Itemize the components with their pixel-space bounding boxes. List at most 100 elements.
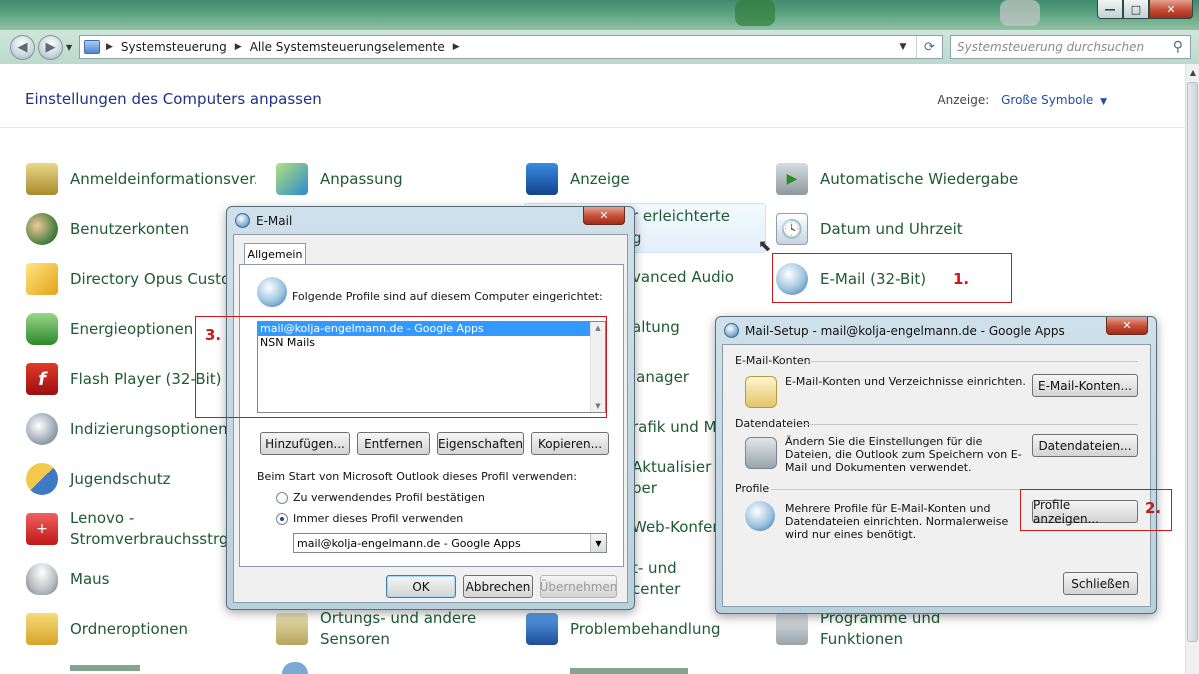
cp-item-label[interactable]: rafik und Me	[632, 418, 716, 436]
control-panel-icon	[84, 40, 100, 54]
cp-item-date-time[interactable]: 🕓 Datum und Uhrzeit	[776, 211, 1036, 247]
mail-setup-title: Mail-Setup - mail@kolja-engelmann.de - G…	[724, 323, 1065, 338]
chevron-right-icon[interactable]: ▶	[106, 42, 113, 52]
content-header: Einstellungen des Computers anpassen Anz…	[0, 64, 1185, 128]
clock-icon: 🕓	[776, 213, 808, 245]
cp-item-label[interactable]: ber	[632, 479, 657, 497]
cancel-button[interactable]: Abbrechen	[463, 575, 533, 598]
forward-button[interactable]: ▶	[38, 35, 63, 60]
cp-item-directory-opus[interactable]: Directory Opus Custom	[26, 261, 228, 297]
maximize-button[interactable]: □	[1123, 0, 1149, 19]
cp-item-autoplay[interactable]: ▶ Automatische Wiedergabe	[776, 161, 1036, 197]
chevron-down-icon[interactable]: ▼	[590, 534, 606, 552]
email-dialog-close-button[interactable]: ✕	[583, 207, 625, 225]
radio-always-profile[interactable]	[276, 513, 288, 525]
chevron-right-icon[interactable]: ▶	[235, 42, 242, 52]
cp-item-partial	[70, 659, 170, 674]
cp-item-user-accounts[interactable]: Benutzerkonten	[26, 211, 256, 247]
breadcrumb-systemsteuerung[interactable]: Systemsteuerung	[121, 40, 227, 54]
data-files-button[interactable]: Datendateien...	[1032, 434, 1138, 457]
radio-confirm-label[interactable]: Zu verwendendes Profil bestätigen	[293, 491, 485, 504]
cp-item-label[interactable]: vanced Audio	[632, 268, 734, 286]
radio-confirm-profile[interactable]	[276, 492, 288, 504]
back-button[interactable]: ◀	[10, 35, 35, 60]
users-icon	[26, 213, 58, 245]
cp-item-personalization[interactable]: Anpassung	[276, 161, 506, 197]
cp-item-label: Problembehandlung	[570, 620, 721, 638]
cp-item-label[interactable]: Aktualisier	[632, 458, 716, 476]
cp-item-partial	[282, 662, 308, 674]
email-accounts-button-label: E-Mail-Konten...	[1038, 378, 1132, 393]
radio-always-label[interactable]: Immer dieses Profil verwenden	[293, 512, 463, 525]
profile-select[interactable]: mail@kolja-engelmann.de - Google Apps ▼	[293, 533, 607, 553]
address-row: ◀ ▶ ▼ ▶ Systemsteuerung ▶ Alle Systemste…	[0, 30, 1199, 64]
mail-setup-dialog: Mail-Setup - mail@kolja-engelmann.de - G…	[715, 316, 1157, 614]
background-deco	[1000, 0, 1040, 26]
mail-envelope-icon	[745, 376, 777, 408]
copy-profile-button[interactable]: Kopieren...	[531, 432, 609, 455]
scroll-thumb[interactable]	[1187, 82, 1198, 642]
profile-select-value: mail@kolja-engelmann.de - Google Apps	[297, 536, 521, 550]
address-bar[interactable]: ▶ Systemsteuerung ▶ Alle Systemsteuerung…	[79, 35, 943, 59]
mail-setup-body: E-Mail-Konten E-Mail-Konten und Verzeich…	[722, 344, 1151, 607]
cp-item-label: Indizierungsoptionen	[70, 420, 226, 438]
cp-item-label: Anmeldeinformationsver...	[70, 170, 256, 188]
cp-item-label: Maus	[70, 570, 110, 588]
profile-properties-button[interactable]: Eigenschaften	[437, 432, 524, 455]
search-placeholder: Systemsteuerung durchsuchen	[957, 40, 1145, 54]
cp-item-label[interactable]: r erleichterte	[632, 207, 730, 225]
personalization-icon	[276, 163, 308, 195]
remove-profile-button[interactable]: Entfernen	[357, 432, 430, 455]
close-button[interactable]: ✕	[1149, 0, 1193, 19]
ok-button[interactable]: OK	[386, 575, 456, 598]
cp-item-lenovo-power[interactable]: + Lenovo - Stromverbrauchsstrg.	[26, 507, 226, 551]
history-dropdown-icon[interactable]: ▼	[66, 43, 72, 52]
cp-item-display[interactable]: Anzeige	[526, 161, 756, 197]
mail-setup-close-button[interactable]: ✕	[1106, 317, 1148, 335]
minimize-button[interactable]: —	[1097, 0, 1123, 19]
background-deco	[735, 0, 775, 26]
apply-button-label: Übernehmen	[539, 579, 618, 594]
cp-item-label: Directory Opus Custom	[70, 270, 228, 288]
vertical-scrollbar[interactable]: ▲	[1185, 64, 1199, 674]
profiles-text: Mehrere Profile für E-Mail-Konten und Da…	[785, 502, 1009, 541]
close-setup-button[interactable]: Schließen	[1063, 572, 1138, 595]
divider	[803, 424, 1138, 425]
cp-item-folder-options[interactable]: Ordneroptionen	[26, 611, 226, 647]
cp-item-label[interactable]: Web-Konfere	[632, 518, 716, 536]
add-profile-button-label: Hinzufügen...	[265, 436, 345, 451]
add-profile-button[interactable]: Hinzufügen...	[260, 432, 350, 455]
cp-item-location-sensors[interactable]: Ortungs- und andere Sensoren	[276, 607, 506, 651]
cp-item-credential-manager[interactable]: Anmeldeinformationsver...	[26, 161, 256, 197]
cp-item-label: Energieoptionen	[70, 320, 194, 338]
search-icon[interactable]: ⚲	[1173, 39, 1183, 55]
cp-item-label[interactable]: center	[632, 580, 680, 598]
profiles-intro-text: Folgende Profile sind auf diesem Compute…	[292, 290, 603, 303]
cp-item-label[interactable]: lanager	[632, 368, 689, 386]
close-setup-button-label: Schließen	[1071, 576, 1130, 591]
cp-item-parental-controls[interactable]: Jugendschutz	[26, 461, 226, 497]
vault-icon	[26, 163, 58, 195]
cp-item-troubleshooting[interactable]: Problembehandlung	[526, 611, 756, 647]
accounts-text: E-Mail-Konten und Verzeichnisse einricht…	[785, 375, 1026, 388]
mail-setup-title-text: Mail-Setup - mail@kolja-engelmann.de - G…	[745, 323, 1065, 338]
email-dialog-body: Allgemein Folgende Profile sind auf dies…	[233, 234, 628, 603]
tab-allgemein[interactable]: Allgemein	[244, 243, 306, 265]
mouse-icon	[26, 563, 58, 595]
cp-item-mouse[interactable]: Maus	[26, 561, 226, 597]
autoplay-icon: ▶	[776, 163, 808, 195]
chevron-right-icon[interactable]: ▶	[453, 42, 460, 52]
scroll-up-icon[interactable]: ▲	[1186, 64, 1199, 80]
address-dropdown-icon[interactable]: ▼	[894, 36, 912, 58]
chevron-down-icon[interactable]: ▼	[1100, 97, 1107, 107]
search-input[interactable]: Systemsteuerung durchsuchen ⚲	[950, 35, 1191, 59]
lenovo-battery-icon: +	[26, 513, 58, 545]
refresh-icon[interactable]: ⟳	[916, 36, 942, 58]
view-value[interactable]: Große Symbole	[1001, 93, 1093, 107]
email-accounts-button[interactable]: E-Mail-Konten...	[1032, 374, 1138, 397]
cp-item-label[interactable]: t- und	[632, 559, 677, 577]
breadcrumb-alle-elemente[interactable]: Alle Systemsteuerungselemente	[250, 40, 445, 54]
cp-item-label: Lenovo - Stromverbrauchsstrg.	[70, 509, 226, 548]
cp-item-label: Automatische Wiedergabe	[820, 170, 1019, 188]
cp-item-label[interactable]: altung	[632, 318, 680, 336]
